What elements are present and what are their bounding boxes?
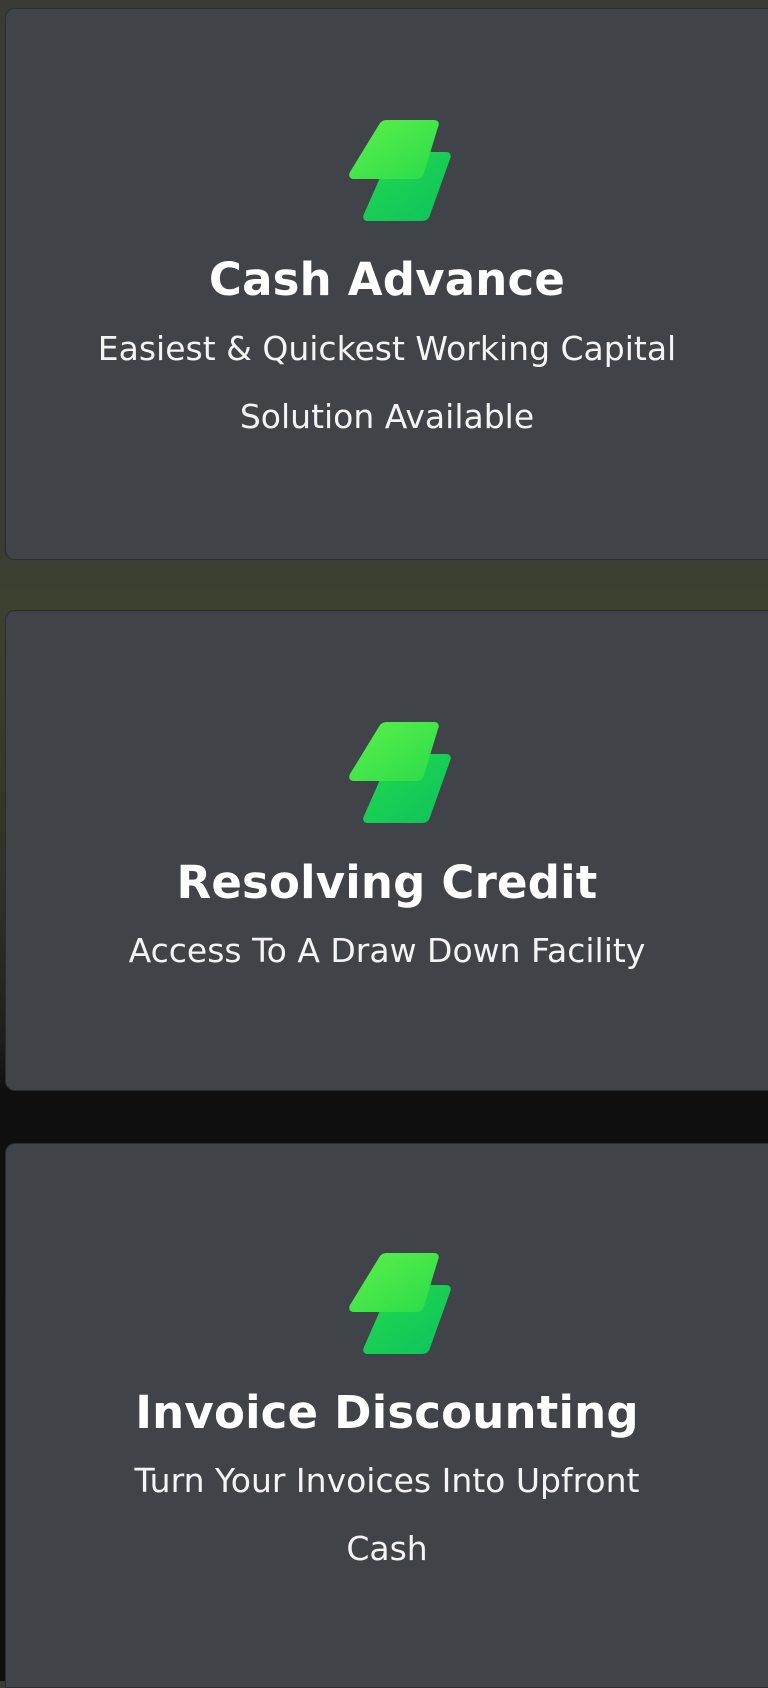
product-card-cash-advance[interactable]: Cash Advance Easiest & Quickest Working …: [5, 8, 768, 560]
lightning-leaf-icon: [349, 722, 451, 823]
product-title: Cash Advance: [208, 253, 566, 306]
product-description: Access To A Draw Down Facility: [128, 931, 646, 970]
product-title: Invoice Discounting: [135, 1386, 639, 1439]
product-description: Easiest & Quickest Working Capital Solut…: [97, 329, 677, 436]
product-card-invoice-discounting[interactable]: Invoice Discounting Turn Your Invoices I…: [5, 1143, 768, 1688]
product-title: Resolving Credit: [176, 856, 598, 909]
product-card-resolving-credit[interactable]: Resolving Credit Access To A Draw Down F…: [5, 610, 768, 1091]
product-description: Turn Your Invoices Into Upfront Cash: [134, 1461, 640, 1568]
lightning-leaf-icon: [349, 120, 451, 221]
lightning-leaf-icon: [349, 1253, 451, 1354]
